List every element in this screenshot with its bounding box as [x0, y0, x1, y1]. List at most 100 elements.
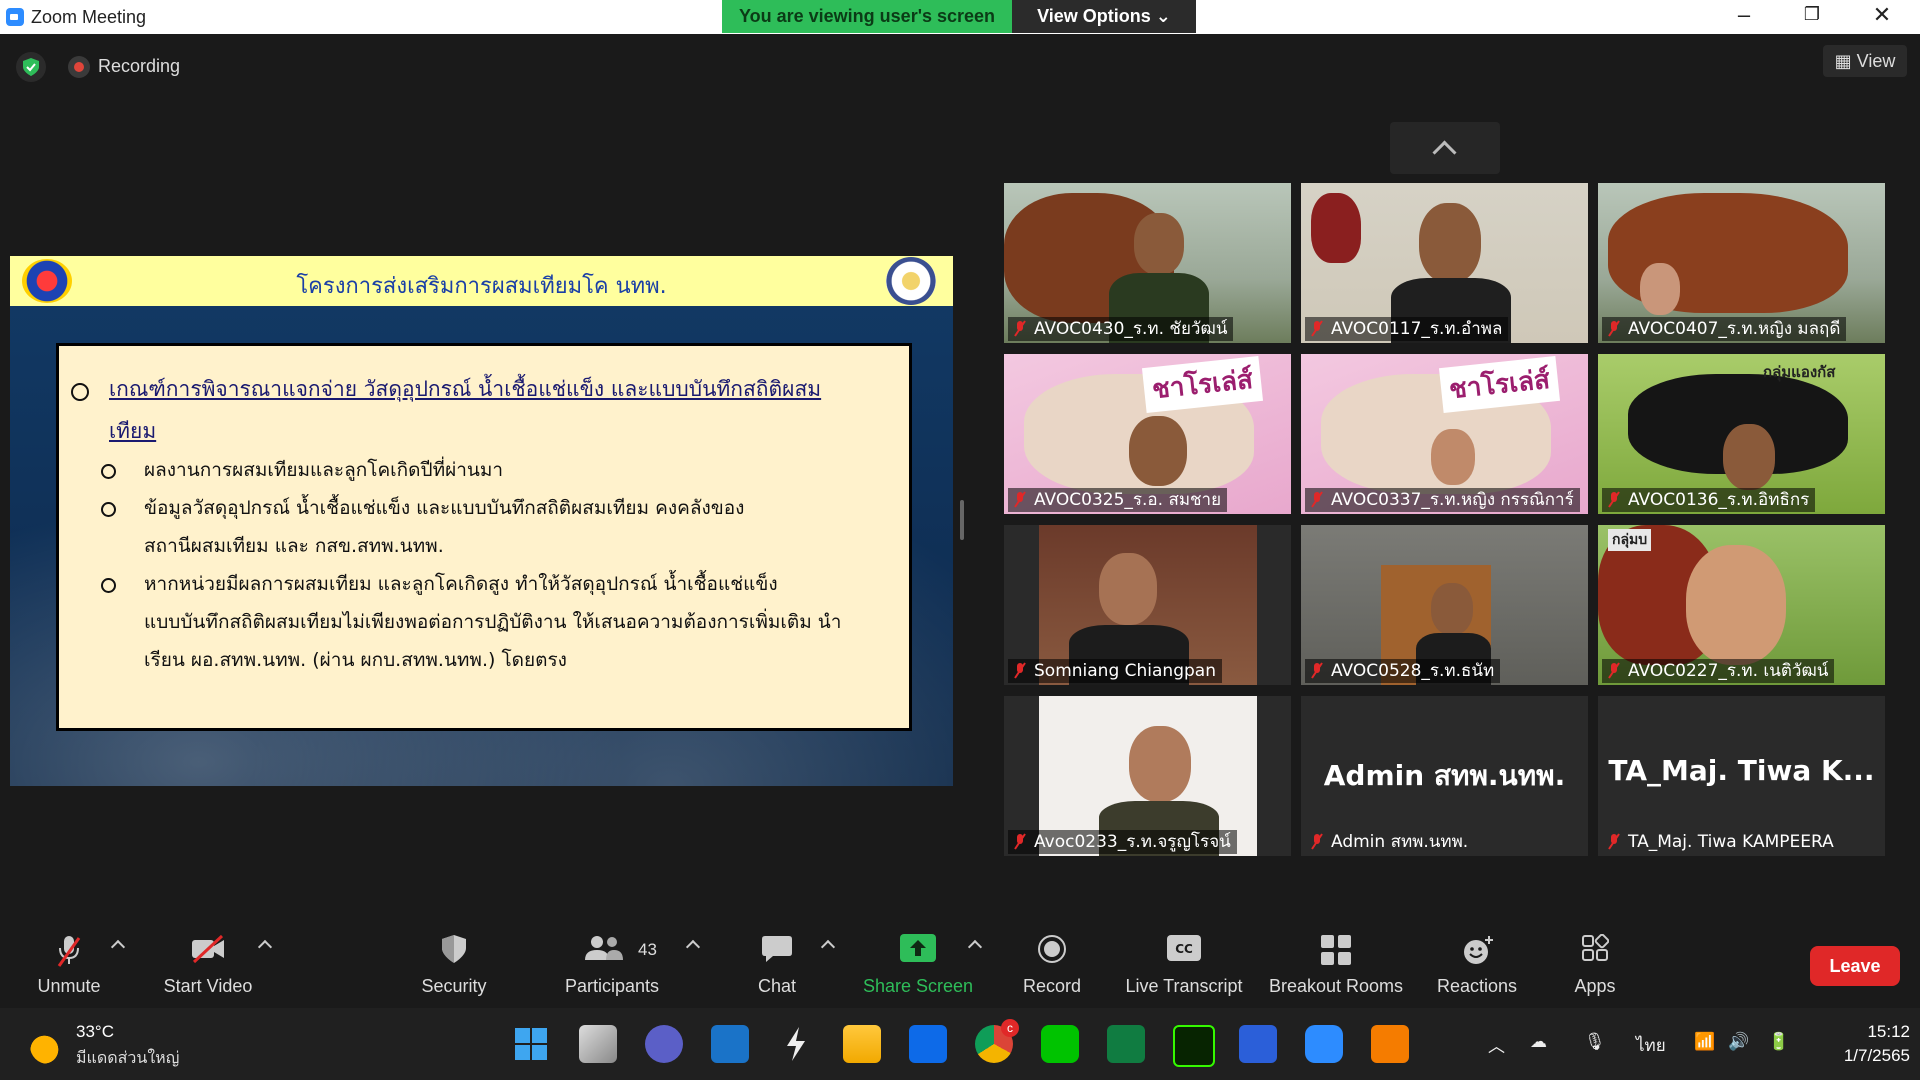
participant-tile[interactable]: Admin สทพ.นทพ. Admin สทพ.นทพ.: [1301, 696, 1588, 856]
record-button[interactable]: Record: [1018, 920, 1086, 1006]
participant-tile[interactable]: TA_Maj. Tiwa K... TA_Maj. Tiwa KAMPEERA: [1598, 696, 1885, 856]
muted-mic-icon: [1311, 833, 1323, 850]
participant-video: [1129, 416, 1187, 486]
security-shield-icon: [442, 935, 466, 963]
participant-tile[interactable]: AVOC0430_ร.ท. ชัยวัฒน์: [1004, 183, 1291, 343]
record-icon: [1038, 935, 1066, 963]
minimize-icon[interactable]: –: [1724, 2, 1764, 28]
share-screen-button[interactable]: Share Screen: [860, 920, 976, 1006]
sub-bullet-icon: [101, 578, 116, 593]
participant-name-label: Somniang Chiangpan: [1008, 659, 1222, 683]
input-language[interactable]: ไทย: [1636, 1032, 1666, 1059]
participant-name: AVOC0430_ร.ท. ชัยวัฒน์: [1034, 319, 1228, 339]
video-banner-text: ชาโรเล่ส์: [1141, 356, 1263, 413]
breakout-rooms-button[interactable]: Breakout Rooms: [1266, 920, 1406, 1006]
chat-label: Chat: [757, 976, 797, 996]
muted-mic-icon: [1608, 662, 1620, 679]
windows-start-icon[interactable]: [512, 1025, 550, 1063]
participant-tile[interactable]: Somniang Chiangpan: [1004, 525, 1291, 685]
chat-bubble-icon: [762, 936, 792, 962]
slide-item-2-line1: ข้อมูลวัสดุอุปกรณ์ น้ำเชื้อแช่แข็ง และแบ…: [144, 497, 745, 519]
participant-tile[interactable]: AVOC0528_ร.ท.ธนัท: [1301, 525, 1588, 685]
title-bar: Zoom Meeting You are viewing user's scre…: [0, 0, 1920, 34]
start-video-button[interactable]: Start Video: [150, 920, 266, 1006]
security-label: Security: [421, 976, 487, 996]
participant-tile[interactable]: กลุ่มบ AVOC0227_ร.ท. เนติวัฒน์: [1598, 525, 1885, 685]
apps-button[interactable]: Apps: [1560, 920, 1630, 1006]
participants-chevron-icon[interactable]: [685, 939, 701, 955]
split-resize-handle[interactable]: [960, 500, 964, 540]
mail-icon[interactable]: [711, 1025, 749, 1063]
muted-mic-icon: [1311, 320, 1323, 337]
dreamweaver-icon[interactable]: [1173, 1025, 1215, 1067]
start-video-label: Start Video: [163, 976, 253, 996]
unmute-button[interactable]: Unmute: [18, 920, 120, 1006]
participant-tile[interactable]: กลุ่มแองกัส AVOC0136_ร.ท.อิทธิกร: [1598, 354, 1885, 514]
file-explorer-icon[interactable]: [843, 1025, 881, 1063]
encryption-shield-icon[interactable]: [16, 52, 46, 82]
participant-tile[interactable]: ชาโรเล่ส์ AVOC0325_ร.อ. สมชาย: [1004, 354, 1291, 514]
reactions-button[interactable]: Reactions: [1432, 920, 1522, 1006]
participant-video: [1419, 203, 1481, 283]
dropbox-icon[interactable]: [909, 1025, 947, 1063]
muted-mic-icon: [1608, 833, 1620, 850]
media-player-icon[interactable]: [1371, 1025, 1409, 1063]
lightning-app-icon[interactable]: [777, 1025, 815, 1063]
chat-button[interactable]: Chat: [736, 920, 818, 1006]
leave-button[interactable]: Leave: [1810, 946, 1900, 986]
sub-bullet-icon: [101, 464, 116, 479]
participant-tile[interactable]: AVOC0407_ร.ท.หญิง มลฤดี: [1598, 183, 1885, 343]
participant-video: [1686, 545, 1786, 665]
participant-name: Avoc0233_ร.ท.จรูญโรจน์: [1034, 832, 1231, 852]
view-options-button[interactable]: View Options ⌄: [1012, 0, 1196, 33]
participant-name: AVOC0528_ร.ท.ธนัท: [1331, 661, 1495, 681]
live-transcript-button[interactable]: CC Live Transcript: [1122, 920, 1246, 1006]
live-transcript-label: Live Transcript: [1125, 976, 1243, 996]
view-button[interactable]: ▦ View: [1823, 45, 1907, 77]
sub-bullet-icon: [101, 502, 116, 517]
chat-chevron-icon[interactable]: [820, 939, 836, 955]
weather-temperature[interactable]: 33°C: [76, 1022, 114, 1042]
participant-tile[interactable]: Avoc0233_ร.ท.จรูญโรจน์: [1004, 696, 1291, 856]
recording-icon[interactable]: [68, 56, 90, 78]
muted-microphone-icon: [57, 936, 81, 967]
breakout-rooms-icon: [1321, 935, 1351, 965]
participant-tile[interactable]: AVOC0117_ร.ท.อำพล: [1301, 183, 1588, 343]
taskbar-clock[interactable]: 15:12 1/7/2565: [1810, 1020, 1910, 1068]
participant-name: Somniang Chiangpan: [1034, 661, 1216, 681]
wifi-icon[interactable]: 📶: [1694, 1032, 1715, 1052]
muted-mic-icon: [1014, 491, 1026, 508]
recording-label: Recording: [98, 56, 181, 76]
security-app-icon[interactable]: [1239, 1025, 1277, 1063]
slide-text-box: เกณฑ์การพิจารณาแจกจ่าย วัสดุอุปกรณ์ น้ำเ…: [56, 343, 912, 731]
gallery-scroll-up-button[interactable]: [1390, 122, 1500, 174]
svg-text:CC: CC: [1175, 942, 1193, 956]
battery-icon[interactable]: 🔋: [1768, 1032, 1789, 1052]
task-view-icon[interactable]: [579, 1025, 617, 1063]
zoom-taskbar-icon[interactable]: [1305, 1025, 1343, 1063]
slide-item-3-line2: แบบบันทึกสถิติผสมเทียมไม่เพียงพอต่อการปฏ…: [144, 611, 842, 633]
security-button[interactable]: Security: [410, 920, 498, 1006]
video-banner-text: กลุ่มบ: [1608, 529, 1652, 551]
participant-name-label: AVOC0337_ร.ท.หญิง กรรณิการ์: [1305, 488, 1580, 512]
line-app-icon[interactable]: [1041, 1025, 1079, 1063]
volume-icon[interactable]: 🔊: [1728, 1032, 1749, 1052]
weather-description[interactable]: มีแดดส่วนใหญ่: [76, 1046, 179, 1071]
slide-item-3-line3: เรียน ผอ.สทพ.นทพ. (ผ่าน ผกบ.สทพ.นทพ.) โด…: [144, 649, 567, 671]
participant-face: [1129, 726, 1191, 802]
participant-tile[interactable]: ชาโรเล่ส์ AVOC0337_ร.ท.หญิง กรรณิการ์: [1301, 354, 1588, 514]
close-icon[interactable]: ✕: [1862, 2, 1902, 28]
weather-sun-icon[interactable]: [30, 1028, 66, 1064]
reactions-label: Reactions: [1436, 976, 1518, 996]
tray-overflow-chevron-icon[interactable]: ︿: [1488, 1032, 1505, 1057]
excel-icon[interactable]: [1107, 1025, 1145, 1063]
main-heading-line2: เทียม: [109, 419, 157, 443]
restore-icon[interactable]: ❐: [1792, 4, 1832, 25]
onedrive-cloud-icon[interactable]: ☁: [1530, 1032, 1547, 1052]
participants-button[interactable]: 43 Participants: [556, 920, 668, 1006]
teams-chat-icon[interactable]: [645, 1025, 683, 1063]
chrome-icon[interactable]: c: [975, 1019, 1019, 1063]
microphone-tray-icon[interactable]: 🎙: [1584, 1032, 1606, 1052]
clock-time: 15:12: [1867, 1022, 1910, 1041]
participant-name: Admin สทพ.นทพ.: [1331, 832, 1469, 852]
